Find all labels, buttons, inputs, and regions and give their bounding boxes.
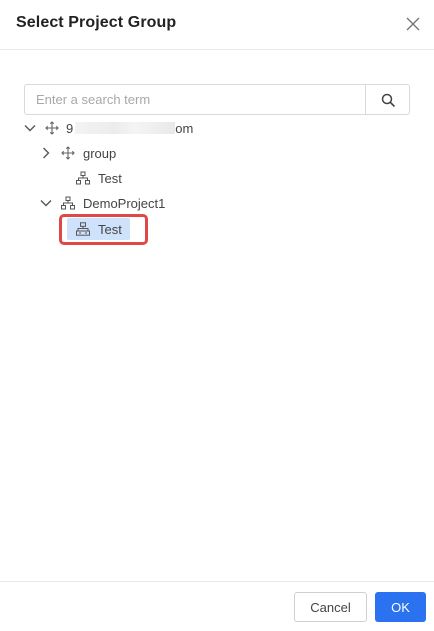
tree-node-root[interactable]: 9 om <box>24 117 193 139</box>
tree-node-group-test[interactable]: Test <box>76 167 122 189</box>
search-box <box>24 84 410 115</box>
tree-node-group-label: group <box>83 145 117 161</box>
tree-node-group-test-label: Test <box>98 170 122 186</box>
cancel-button[interactable]: Cancel <box>294 592 367 622</box>
chevron-down-icon[interactable] <box>40 197 52 209</box>
redacted-text <box>75 122 176 134</box>
search-icon <box>381 93 395 107</box>
hierarchy-icon <box>61 196 75 210</box>
tree-node-demoproject1[interactable]: DemoProject1 <box>40 192 165 214</box>
highlight-annotation-box <box>59 214 148 245</box>
tree-node-root-label-prefix: 9 <box>66 120 74 136</box>
chevron-down-icon[interactable] <box>24 122 36 134</box>
chevron-right-icon[interactable] <box>40 147 52 159</box>
select-project-group-dialog: Select Project Group Enter a search term… <box>0 0 434 631</box>
tree-node-group[interactable]: group <box>40 142 116 164</box>
dialog-title: Select Project Group <box>16 14 177 31</box>
ok-button[interactable]: OK <box>375 592 426 622</box>
tree-node-demoproject1-label: DemoProject1 <box>83 195 166 211</box>
dialog-footer <box>0 581 434 631</box>
move-icon <box>61 146 75 160</box>
hierarchy-icon <box>76 171 90 185</box>
close-icon[interactable] <box>404 15 422 33</box>
tree-node-root-label-suffix: om <box>175 120 194 136</box>
move-icon <box>45 121 59 135</box>
search-button[interactable] <box>365 85 409 114</box>
search-input[interactable] <box>25 85 365 114</box>
dialog-header: Select Project Group <box>0 0 434 50</box>
